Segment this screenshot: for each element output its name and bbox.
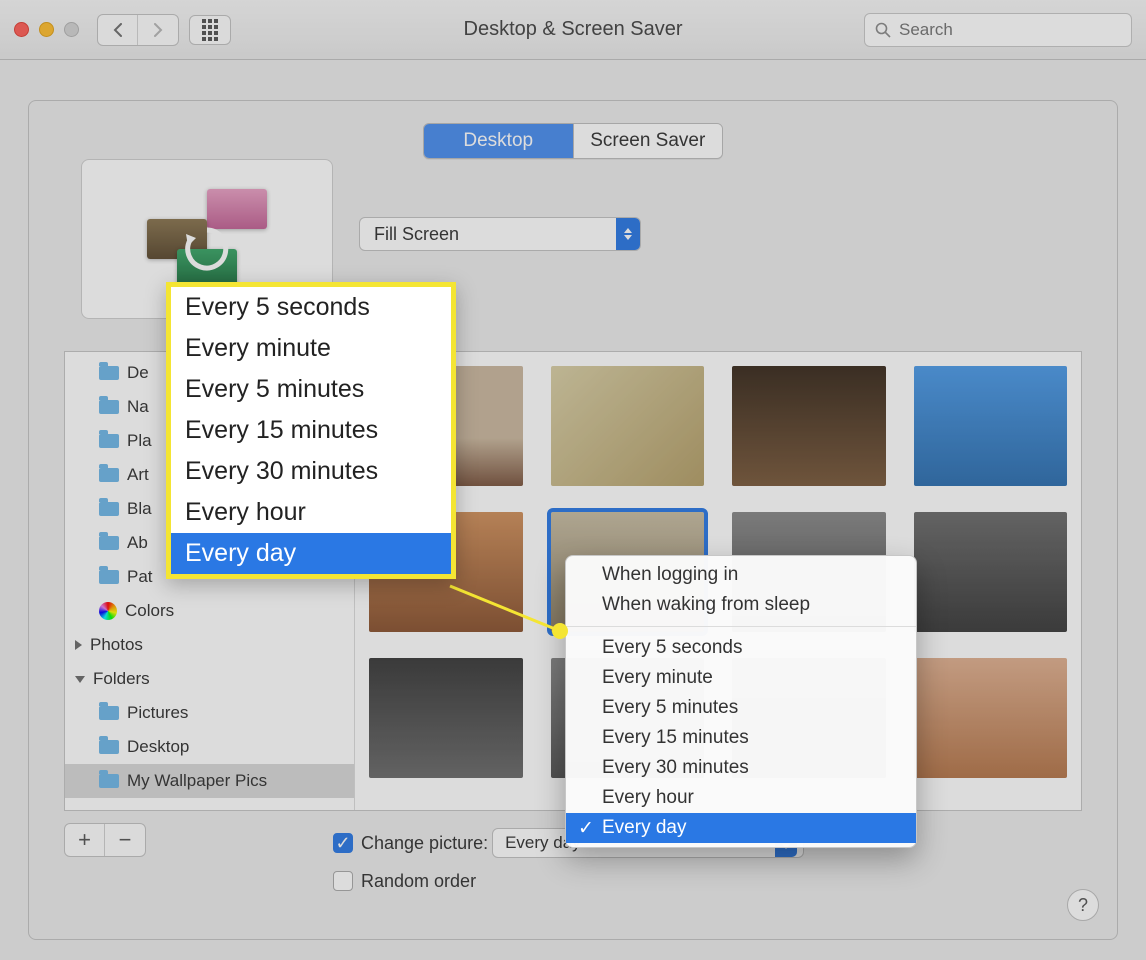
callout-item: Every 30 minutes <box>171 451 451 492</box>
search-field[interactable] <box>864 13 1132 47</box>
fill-mode-label: Fill Screen <box>374 224 459 245</box>
zoom-window-button[interactable] <box>64 22 79 37</box>
menu-item[interactable]: Every hour <box>566 783 916 813</box>
thumbnail[interactable] <box>369 658 523 778</box>
tab-segment: Desktop Screen Saver <box>423 123 723 159</box>
thumbnail[interactable] <box>914 658 1068 778</box>
menu-item-when-logging-in[interactable]: When logging in <box>566 560 916 590</box>
titlebar: Desktop & Screen Saver <box>0 0 1146 60</box>
disclosure-down-icon <box>75 676 85 683</box>
show-all-button[interactable] <box>189 15 231 45</box>
sidebar-item-desktop[interactable]: Desktop <box>65 730 354 764</box>
sidebar-group-photos[interactable]: Photos <box>65 628 354 662</box>
sidebar-group-folders[interactable]: Folders <box>65 662 354 696</box>
add-remove-buttons: + − <box>64 823 146 857</box>
sidebar-item-pictures[interactable]: Pictures <box>65 696 354 730</box>
back-button[interactable] <box>98 15 138 45</box>
thumbnail[interactable] <box>551 366 705 486</box>
folder-icon <box>99 570 119 584</box>
menu-item[interactable]: Every 30 minutes <box>566 753 916 783</box>
callout-item: Every 5 seconds <box>171 287 451 328</box>
change-picture-checkbox[interactable]: ✓ <box>333 833 353 853</box>
folder-icon <box>99 536 119 550</box>
disclosure-right-icon <box>75 640 82 650</box>
remove-folder-button[interactable]: − <box>105 824 145 856</box>
menu-item-when-waking[interactable]: When waking from sleep <box>566 590 916 620</box>
callout-item: Every 15 minutes <box>171 410 451 451</box>
callout-item: Every hour <box>171 492 451 533</box>
folder-icon <box>99 400 119 414</box>
sidebar-item-colors[interactable]: Colors <box>65 594 354 628</box>
folder-icon <box>99 434 119 448</box>
search-icon <box>875 22 891 38</box>
help-button[interactable]: ? <box>1067 889 1099 921</box>
folder-icon <box>99 774 119 788</box>
tab-screensaver[interactable]: Screen Saver <box>574 124 723 158</box>
callout-zoom: Every 5 seconds Every minute Every 5 min… <box>166 282 456 579</box>
grid-icon <box>202 19 218 41</box>
colorwheel-icon <box>99 602 117 620</box>
stepper-icon <box>616 218 640 250</box>
thumbnail[interactable] <box>732 366 886 486</box>
random-order-checkbox[interactable] <box>333 871 353 891</box>
rotate-arrows-icon <box>182 224 232 274</box>
fill-mode-select[interactable]: Fill Screen <box>359 217 641 251</box>
window-controls <box>14 22 79 37</box>
menu-separator <box>566 626 916 627</box>
folder-icon <box>99 366 119 380</box>
callout-item-selected: Every day <box>171 533 451 574</box>
menu-item[interactable]: Every 15 minutes <box>566 723 916 753</box>
nav-buttons <box>97 14 179 46</box>
forward-button[interactable] <box>138 15 178 45</box>
tab-desktop[interactable]: Desktop <box>424 124 574 158</box>
interval-menu[interactable]: When logging in When waking from sleep E… <box>565 555 917 848</box>
callout-item: Every 5 minutes <box>171 369 451 410</box>
folder-icon <box>99 468 119 482</box>
change-picture-label: Change picture: <box>361 833 488 854</box>
callout-item: Every minute <box>171 328 451 369</box>
folder-icon <box>99 706 119 720</box>
thumbnail[interactable] <box>914 366 1068 486</box>
menu-item[interactable]: Every 5 seconds <box>566 633 916 663</box>
folder-icon <box>99 502 119 516</box>
random-order-label: Random order <box>361 871 476 892</box>
menu-item[interactable]: Every minute <box>566 663 916 693</box>
menu-item[interactable]: Every 5 minutes <box>566 693 916 723</box>
add-folder-button[interactable]: + <box>65 824 105 856</box>
folder-icon <box>99 740 119 754</box>
close-window-button[interactable] <box>14 22 29 37</box>
search-input[interactable] <box>899 20 1121 40</box>
thumbnail[interactable] <box>914 512 1068 632</box>
menu-item-selected[interactable]: Every day <box>566 813 916 843</box>
minimize-window-button[interactable] <box>39 22 54 37</box>
sidebar-item-my-wallpaper[interactable]: My Wallpaper Pics <box>65 764 354 798</box>
